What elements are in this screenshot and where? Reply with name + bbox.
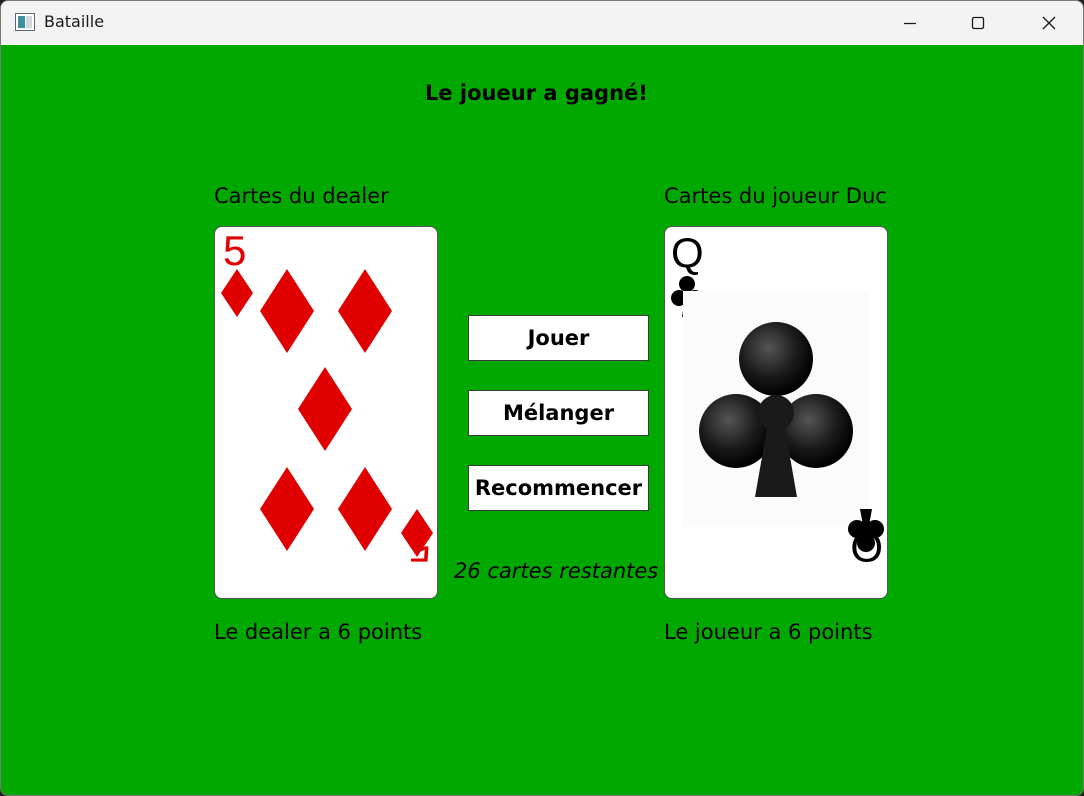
player-card-rank-top: Q — [671, 229, 704, 276]
player-card: Q Q — [664, 226, 888, 599]
minimize-icon — [904, 22, 916, 25]
close-button[interactable] — [1015, 1, 1083, 45]
diamond-icon — [221, 269, 253, 317]
window-title: Bataille — [44, 12, 105, 31]
diamond-icon — [338, 467, 392, 551]
player-card-rank-bottom: Q — [850, 524, 883, 571]
game-table: Le joueur a gagné! Cartes du dealer Cart… — [1, 45, 1083, 795]
shuffle-button[interactable]: Mélanger — [468, 390, 649, 436]
maximize-button[interactable] — [944, 1, 1012, 45]
dealer-card: 5 5 — [214, 226, 438, 599]
result-message: Le joueur a gagné! — [425, 81, 648, 105]
player-score: Le joueur a 6 points — [664, 620, 873, 644]
minimize-button[interactable] — [876, 1, 944, 45]
diamond-icon — [338, 269, 392, 353]
player-cards-label: Cartes du joueur Duc — [664, 184, 887, 208]
close-icon — [1042, 16, 1056, 30]
remaining-cards-count: 26 cartes restantes — [454, 559, 659, 583]
restart-button[interactable]: Recommencer — [468, 465, 649, 511]
app-window: Bataille Le joueur a gagné! Cartes du de… — [0, 0, 1084, 796]
app-icon — [15, 13, 35, 31]
diamond-icon — [260, 467, 314, 551]
diamond-icon — [260, 269, 314, 353]
title-bar[interactable]: Bataille — [1, 1, 1083, 45]
diamond-icon — [298, 367, 352, 451]
play-button[interactable]: Jouer — [468, 315, 649, 361]
dealer-card-rank-top: 5 — [223, 227, 246, 274]
dealer-cards-label: Cartes du dealer — [214, 184, 389, 208]
dealer-score: Le dealer a 6 points — [214, 620, 423, 644]
maximize-icon — [971, 16, 985, 30]
dealer-card-rank-bottom: 5 — [408, 524, 431, 571]
